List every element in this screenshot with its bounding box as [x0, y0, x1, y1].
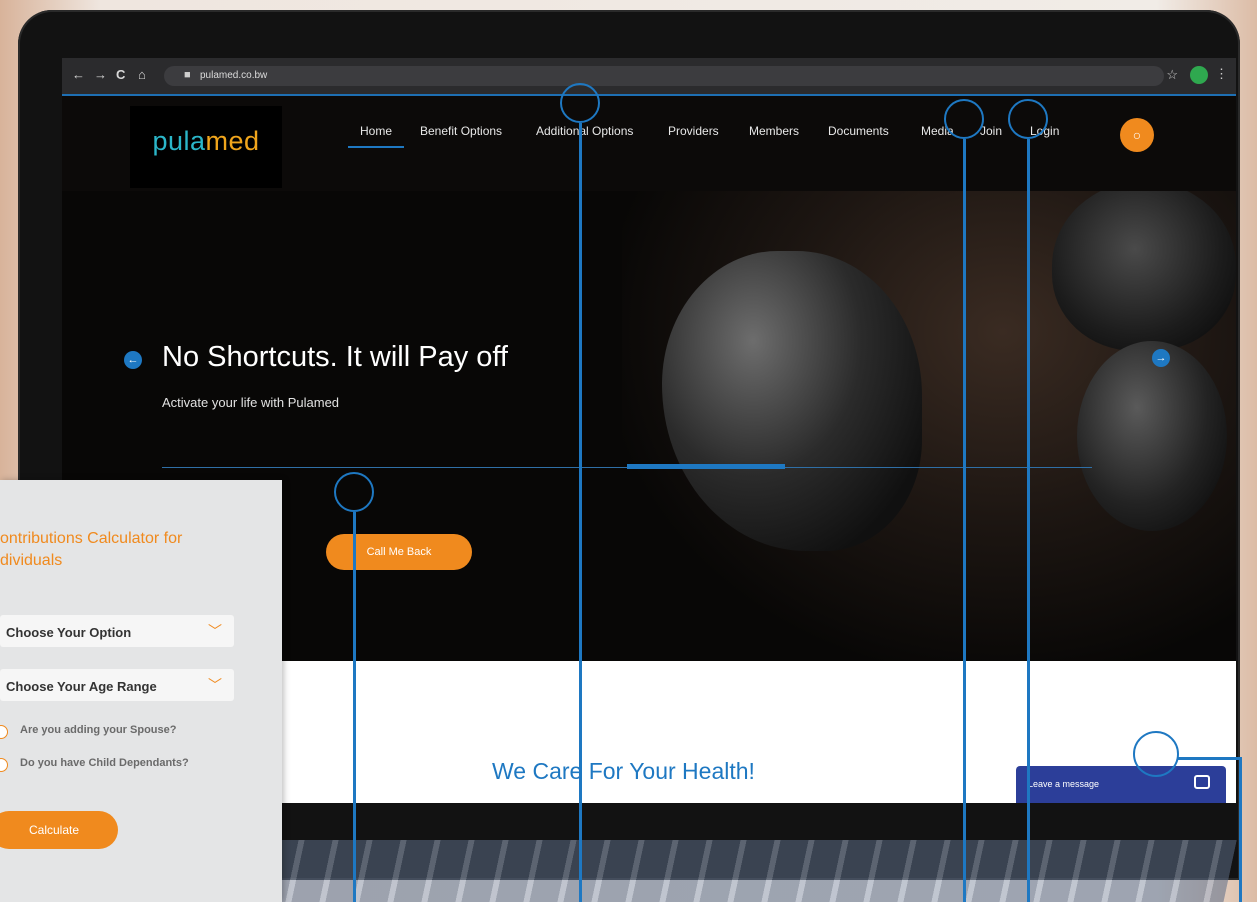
option-select-value: Choose Your Option [6, 625, 132, 640]
bookmark-star-icon[interactable]: ☆ [1166, 67, 1178, 83]
search-icon[interactable]: ○ [1120, 118, 1154, 152]
callout-line-call-me-back [353, 512, 356, 902]
forward-icon[interactable]: → [94, 67, 107, 82]
callout-circle-call-me-back [334, 472, 374, 512]
spouse-checkbox-circle[interactable] [0, 725, 8, 739]
laptop-keyboard [223, 840, 1237, 902]
nav-benefit-options[interactable]: Benefit Options [420, 124, 502, 138]
hero-image-glove-right [1077, 341, 1227, 531]
calculate-button[interactable]: Calculate [0, 811, 118, 849]
nav-members[interactable]: Members [749, 124, 799, 138]
call-me-back-button[interactable]: Call Me Back [326, 534, 472, 570]
reload-icon[interactable]: C [116, 67, 125, 82]
callout-line-chat-horizontal [1178, 757, 1240, 760]
callout-circle-additional-options [560, 83, 600, 123]
lock-icon: ■ [184, 69, 191, 81]
callout-circle-chat [1133, 731, 1179, 777]
browser-toolbar: ← → C ⌂ ■ pulamed.co.bw ☆ ⋮ [62, 58, 1236, 96]
calculator-title: ontributions Calculator for dividuals [0, 530, 183, 569]
slider-next-icon[interactable]: → [1152, 349, 1170, 367]
spouse-checkbox-label: Are you adding your Spouse? [20, 724, 177, 736]
nav-join[interactable]: Join [980, 124, 1002, 138]
slider-prev-icon[interactable]: ← [124, 351, 142, 369]
logo-part-pula: pula [152, 126, 206, 156]
chat-icon [1194, 775, 1210, 789]
nav-home[interactable]: Home [347, 124, 405, 148]
section-heading: We Care For Your Health! [492, 758, 755, 784]
dependants-checkbox-circle[interactable] [0, 758, 8, 772]
chevron-down-icon: ﹀ [208, 677, 222, 693]
site-logo[interactable]: pulamed [130, 106, 282, 188]
address-url[interactable]: pulamed.co.bw [200, 70, 267, 81]
callout-line-additional-options [579, 123, 582, 902]
hero-image-headgear [1052, 191, 1236, 351]
address-bar[interactable]: ■ pulamed.co.bw [164, 66, 1164, 86]
callout-circle-login [1008, 99, 1048, 139]
callout-circle-join [944, 99, 984, 139]
slider-progress-fill [627, 464, 785, 469]
option-select[interactable]: Choose Your Option ﹀ [0, 615, 234, 647]
nav-providers[interactable]: Providers [668, 124, 719, 138]
extension-icon[interactable] [1190, 66, 1208, 84]
callout-line-join [963, 139, 966, 902]
nav-additional-options[interactable]: Additional Options [536, 124, 633, 138]
logo-part-med: med [205, 126, 260, 156]
callout-line-login [1027, 139, 1030, 902]
nav-documents[interactable]: Documents [828, 124, 889, 138]
hero-subline: Activate your life with Pulamed [162, 395, 340, 410]
contributions-calculator: ontributions Calculator for dividuals Ch… [0, 480, 282, 902]
chat-label: Leave a message [1028, 779, 1100, 789]
chat-widget[interactable]: Leave a message [1016, 766, 1226, 803]
back-icon[interactable]: ← [72, 67, 85, 82]
age-range-select-value: Choose Your Age Range [6, 679, 157, 694]
dependants-checkbox-label: Do you have Child Dependants? [20, 757, 189, 769]
browser-menu-icon[interactable]: ⋮ [1215, 66, 1228, 82]
age-range-select[interactable]: Choose Your Age Range ﹀ [0, 669, 234, 701]
home-icon[interactable]: ⌂ [138, 67, 146, 82]
logo-wordmark: pulamed [130, 126, 282, 157]
hero-headline: No Shortcuts. It will Pay off [162, 341, 508, 373]
callout-line-chat [1239, 757, 1242, 902]
chevron-down-icon: ﹀ [208, 623, 222, 639]
